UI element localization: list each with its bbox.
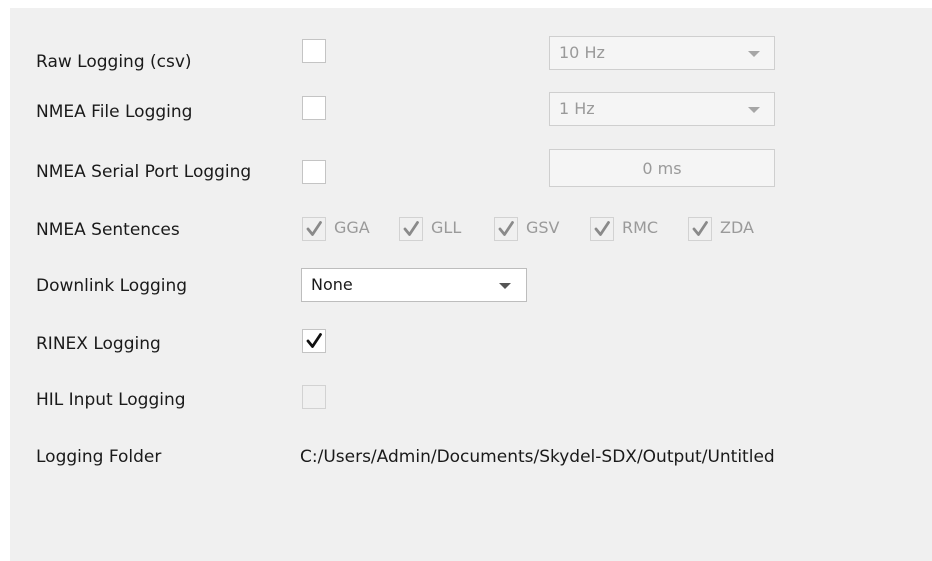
gll-checkbox[interactable] xyxy=(399,217,423,241)
hil-input-logging-label: HIL Input Logging xyxy=(36,390,186,410)
rinex-logging-checkbox[interactable] xyxy=(302,329,326,353)
raw-logging-label: Raw Logging (csv) xyxy=(36,52,192,72)
downlink-logging-dropdown[interactable]: None xyxy=(301,268,527,302)
gsv-label: GSV xyxy=(526,218,560,237)
gsv-checkbox[interactable] xyxy=(494,217,518,241)
check-icon xyxy=(692,221,708,236)
check-icon xyxy=(306,221,322,236)
check-icon xyxy=(594,221,610,236)
logging-folder-path: C:/Users/Admin/Documents/Skydel-SDX/Outp… xyxy=(300,447,775,467)
rmc-checkbox[interactable] xyxy=(590,217,614,241)
chevron-down-icon xyxy=(748,107,760,113)
check-icon xyxy=(306,333,322,348)
nmea-serial-port-logging-label: NMEA Serial Port Logging xyxy=(36,162,252,182)
gga-checkbox[interactable] xyxy=(302,217,326,241)
check-icon xyxy=(498,221,514,236)
nmea-file-logging-label: NMEA File Logging xyxy=(36,102,193,122)
gga-label: GGA xyxy=(334,218,370,237)
rmc-label: RMC xyxy=(622,218,659,237)
raw-logging-rate-dropdown[interactable]: 10 Hz xyxy=(549,36,775,70)
chevron-down-icon xyxy=(748,51,760,57)
zda-checkbox[interactable] xyxy=(688,217,712,241)
logging-folder-label: Logging Folder xyxy=(36,447,162,467)
nmea-serial-delay-spinbox[interactable]: 0 ms xyxy=(549,149,775,187)
nmea-sentences-label: NMEA Sentences xyxy=(36,220,180,240)
nmea-file-logging-rate-value: 1 Hz xyxy=(559,99,595,118)
rinex-logging-label: RINEX Logging xyxy=(36,334,161,354)
chevron-down-icon xyxy=(499,283,511,289)
gll-label: GLL xyxy=(431,218,462,237)
nmea-file-logging-rate-dropdown[interactable]: 1 Hz xyxy=(549,92,775,126)
zda-label: ZDA xyxy=(720,218,754,237)
check-icon xyxy=(403,221,419,236)
nmea-serial-port-logging-checkbox[interactable] xyxy=(302,160,326,184)
raw-logging-rate-value: 10 Hz xyxy=(559,43,605,62)
logging-settings-panel: Raw Logging (csv) 10 Hz NMEA File Loggin… xyxy=(10,8,932,561)
raw-logging-checkbox[interactable] xyxy=(302,39,326,63)
hil-input-logging-checkbox[interactable] xyxy=(302,385,326,409)
nmea-serial-delay-value: 0 ms xyxy=(642,159,682,178)
nmea-file-logging-checkbox[interactable] xyxy=(302,96,326,120)
downlink-logging-value: None xyxy=(311,275,353,294)
downlink-logging-label: Downlink Logging xyxy=(36,276,188,296)
